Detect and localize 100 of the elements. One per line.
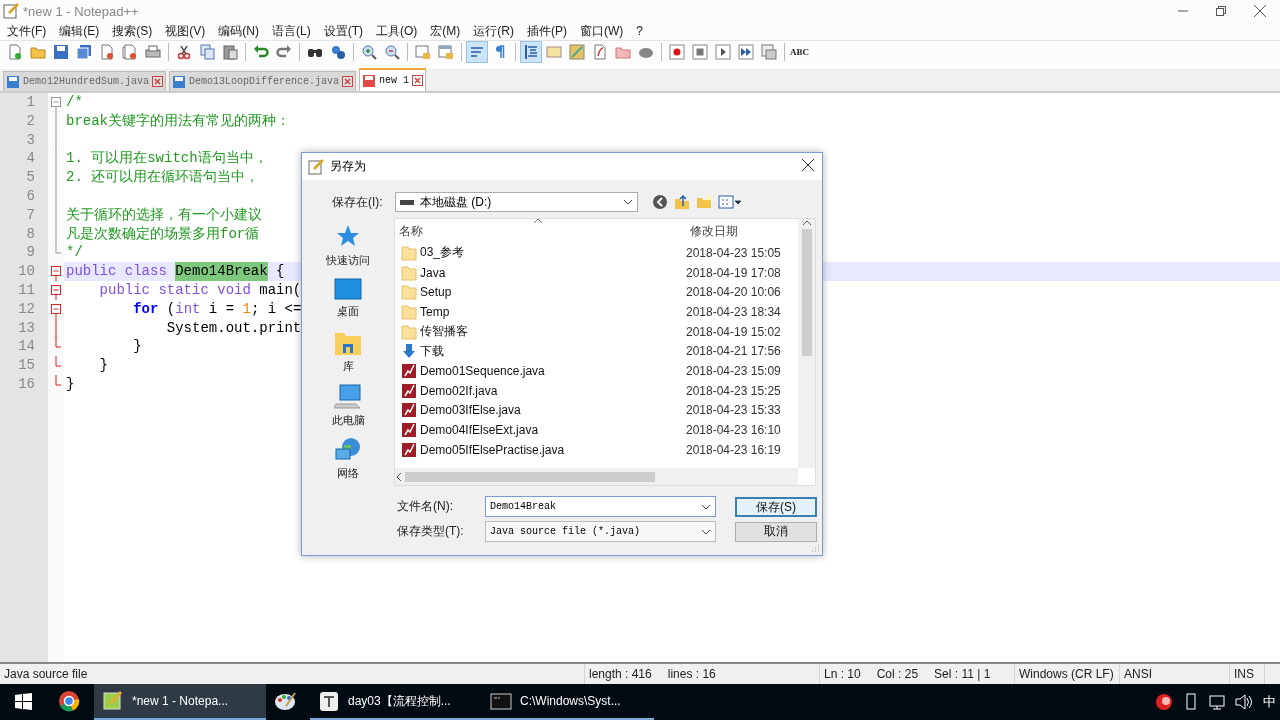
line-number: 1 [25,93,36,112]
line-number: 3 [25,130,36,150]
folder-icon [401,264,417,281]
windows-logo-icon [14,692,32,710]
file-tab[interactable]: Demo13LoopDifference.java [169,71,357,91]
line-number: 6 [25,187,36,206]
line-number: 13 [17,318,36,338]
menu-item[interactable]: 设置(T) [323,22,363,40]
file-name[interactable]: Demo02If.java [420,383,498,398]
menu-item[interactable]: 语言(L) [272,22,311,40]
menu-item[interactable]: 编辑(E) [59,22,100,40]
taskbar-button[interactable]: day03【流程控制... [310,684,482,720]
function-list-icon [592,44,608,60]
file-tab[interactable]: new 1 [359,68,427,91]
file-name[interactable]: 传智播客 [420,323,468,341]
file-name[interactable]: Temp [420,304,450,319]
menu-item[interactable]: ? [636,24,643,38]
filename-field[interactable]: Demo14Break [485,496,716,517]
stop-icon [692,44,708,60]
input-language-indicator[interactable]: 中 [1263,693,1276,711]
file-name[interactable]: Java [420,265,446,280]
line-number: 4 [25,149,36,169]
file-date: 2018-04-23 15:05 [685,245,781,260]
menu-item[interactable]: 视图(V) [165,22,206,40]
place-link[interactable]: 桌面 [337,304,359,320]
speaker-icon [1235,693,1253,711]
status-text: INS [1234,667,1254,681]
redo-icon [276,44,292,60]
column-header[interactable]: 修改日期 [684,222,738,240]
tab-close-icon [412,75,424,86]
menu-item[interactable]: 插件(P) [527,22,567,40]
code-text: } [98,356,108,375]
save-all-icon [76,44,92,60]
code-text: */ [66,243,83,263]
folder-icon [401,284,417,301]
file-name[interactable]: 下载 [420,342,444,360]
highlighted-word: Demo14Break [175,262,268,281]
code-text: i = [207,299,236,319]
code-text: } [132,337,142,357]
spellcheck-icon[interactable]: ABC [789,47,810,57]
folder-icon [615,44,631,60]
file-name[interactable]: Demo03IfElse.java [420,403,521,418]
scroll-up-icon [801,219,812,227]
file-date: 2018-04-19 15:02 [685,324,781,339]
file-name[interactable]: 03_参考 [420,244,465,262]
code-text: 1 [242,299,251,319]
fast-forward-icon [738,44,754,60]
scrollbar-thumb[interactable] [801,229,812,356]
code-text: System.out.print [165,318,302,338]
file-date: 2018-04-21 17:56 [685,344,781,359]
file-name[interactable]: Demo01Sequence.java [420,363,545,378]
code-text: /* [66,93,83,112]
file-name[interactable]: Demo05IfElsePractise.java [420,442,565,457]
menu-item[interactable]: 工具(O) [376,22,418,40]
folder-icon [401,244,417,261]
menu-item[interactable]: 运行(R) [473,22,514,40]
location-dropdown[interactable]: 本地磁盘 (D:) [395,192,638,212]
file-tab[interactable]: Demo12HundredSum.java [3,71,167,91]
java-file-icon [401,402,417,419]
library-folder-icon [334,330,362,357]
taskbar-button[interactable]: C:\Windows\Syst... [482,684,654,720]
back-icon [652,194,668,210]
folder-icon [401,323,417,340]
status-text: lines : 16 [667,667,716,681]
menu-item[interactable]: 搜索(S) [112,22,153,40]
place-link[interactable]: 此电脑 [331,412,365,428]
close-icon [1254,5,1266,17]
menu-item[interactable]: 窗口(W) [580,22,624,40]
notepad-app-icon [3,3,19,19]
file-date: 2018-04-23 18:34 [685,304,781,319]
new-file-icon [7,44,23,60]
scrollbar-thumb[interactable] [405,471,655,482]
code-text: ( [165,299,176,319]
dialog-title: 另存为 [330,158,366,175]
desktop-icon [334,277,362,302]
zoom-in-icon [361,44,377,60]
file-name[interactable]: Setup [420,285,452,300]
network-icon [1209,693,1225,711]
place-link[interactable]: 快速访问 [326,253,370,268]
panel-icon [546,44,562,60]
taskbar-button[interactable]: *new 1 - Notepa... [94,684,266,720]
file-type-dropdown[interactable]: Java source file (*.java) [485,521,716,542]
place-link[interactable]: 网络 [337,465,359,481]
view-menu-icon [718,194,742,210]
record-icon [669,44,685,60]
menu-item[interactable]: 编码(N) [218,22,259,40]
line-number: 5 [25,168,36,187]
cancel-button[interactable]: 取消 [735,521,817,542]
copy-icon [199,44,215,60]
file-name[interactable]: Demo04IfElseExt.java [420,423,539,438]
word-wrap-icon [469,44,485,60]
menu-item[interactable]: 宏(M) [430,22,461,40]
status-text: Windows (CR LF) [1019,667,1114,681]
menu-item[interactable]: 文件(F) [7,22,47,40]
place-link[interactable]: 库 [342,359,354,375]
close-file-icon [99,44,115,60]
up-folder-icon [674,194,690,210]
scissors-icon [176,44,192,60]
column-header[interactable]: 名称 [395,222,684,240]
save-button[interactable]: 保存(S) [735,496,817,517]
